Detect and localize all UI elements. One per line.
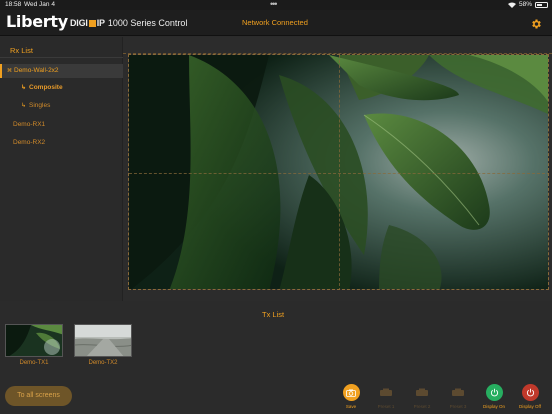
product-model: 1000 Series Control — [107, 18, 188, 28]
wall-grid-divider-horizontal — [129, 173, 548, 174]
product-title: DIGI IP 1000 Series Control — [70, 18, 187, 28]
app-header: Liberty DIGI IP 1000 Series Control Netwo… — [0, 10, 552, 36]
preset-label: Preset 2 — [413, 404, 431, 409]
video-wall-icon: ⌘ — [7, 68, 12, 74]
wifi-icon — [507, 1, 516, 8]
to-all-screens-button[interactable]: To all screens — [5, 386, 72, 406]
battery-icon — [535, 1, 548, 8]
save-label: Save — [345, 404, 357, 409]
rx-item-label: Demo-RX2 — [13, 139, 46, 146]
preset-icon — [414, 384, 431, 401]
tx-item-label: Demo-TX1 — [19, 360, 49, 366]
liberty-logo: Liberty — [6, 12, 68, 31]
preset-1-button[interactable]: Preset 1 — [372, 384, 400, 409]
preset-label: Preset 3 — [449, 404, 467, 409]
network-status: Network Connected — [242, 18, 308, 27]
tx-list-title: Tx List — [262, 310, 285, 319]
preset-icon — [450, 384, 467, 401]
rx-item-label: Demo-Wall-2x2 — [14, 67, 59, 74]
power-icon — [521, 384, 539, 401]
display-off-label: Display Off — [519, 404, 541, 409]
sub-arrow-icon: ↳ — [21, 85, 27, 91]
save-button[interactable]: Save — [337, 384, 365, 409]
rx-item-label: Composite — [29, 84, 63, 91]
gear-icon[interactable] — [530, 17, 542, 29]
rx-item-label: Singles — [29, 102, 51, 109]
preset-icon — [378, 384, 395, 401]
display-on-label: Display On — [482, 404, 505, 409]
camera-icon — [342, 384, 360, 401]
product-brand: DIGI — [70, 18, 88, 28]
rx-item-label: Demo-RX1 — [13, 121, 46, 128]
rx-item-demo-wall-2x2[interactable]: ⌘ Demo-Wall-2x2 — [0, 64, 123, 78]
tx-thumbnail — [5, 324, 63, 357]
tx-item-label: Demo-TX2 — [88, 360, 118, 366]
display-off-button[interactable]: Display Off — [516, 384, 544, 409]
rx-list-title: Rx List — [10, 46, 33, 55]
rx-list-panel: Rx List ⌘ Demo-Wall-2x2 ↳ Composite ↳ Si… — [0, 37, 123, 301]
sub-arrow-icon: ↳ — [21, 103, 27, 109]
tx-thumbnail — [74, 324, 132, 357]
rx-item-singles[interactable]: ↳ Singles — [0, 99, 123, 113]
video-wall-preview-area — [123, 37, 552, 301]
status-time: 18:58 — [5, 1, 22, 8]
status-date: Wed Jan 4 — [24, 1, 55, 8]
rx-item-demo-rx1[interactable]: Demo-RX1 — [0, 118, 123, 132]
preset-3-button[interactable]: Preset 3 — [444, 384, 472, 409]
product-brand-ip: IP — [96, 18, 105, 28]
preset-2-button[interactable]: Preset 2 — [408, 384, 436, 409]
rx-item-composite[interactable]: ↳ Composite — [0, 81, 123, 95]
status-bar: 18:58 Wed Jan 4 ••• 58% — [0, 0, 552, 10]
battery-percent: 58% — [518, 1, 532, 8]
rx-item-demo-rx2[interactable]: Demo-RX2 — [0, 136, 123, 150]
display-on-button[interactable]: Display On — [480, 384, 508, 409]
preset-label: Preset 1 — [377, 404, 395, 409]
divider — [0, 57, 123, 58]
multitasking-dots-icon[interactable]: ••• — [270, 0, 278, 9]
video-wall-preview[interactable] — [128, 54, 549, 290]
power-icon — [485, 384, 503, 401]
tx-item-demo-tx2[interactable]: Demo-TX2 — [74, 324, 132, 366]
tx-item-demo-tx1[interactable]: Demo-TX1 — [5, 324, 63, 366]
digi-ip-mark-icon — [88, 19, 96, 27]
